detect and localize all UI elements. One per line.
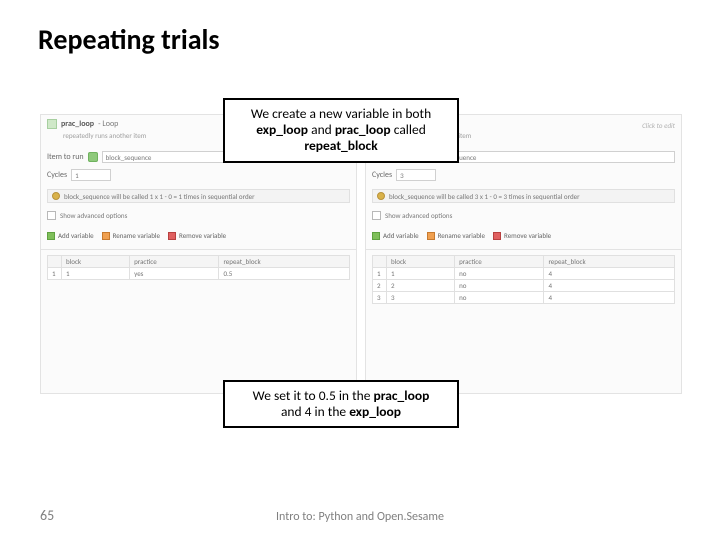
info-icon bbox=[377, 192, 385, 200]
itemrun-field[interactable]: block_sequence bbox=[427, 151, 675, 163]
info-text: block_sequence will be called 1 x 1 - 0 … bbox=[64, 192, 255, 201]
edit-hint[interactable]: Click to edit bbox=[642, 121, 675, 130]
checkbox-icon bbox=[47, 211, 56, 220]
cycles-field[interactable]: 3 bbox=[396, 169, 436, 181]
rename-variable-button[interactable]: Rename variable bbox=[427, 231, 485, 240]
info-bar: block_sequence will be called 1 x 1 - 0 … bbox=[47, 189, 350, 203]
table-row[interactable]: 1 1 yes 0.5 bbox=[48, 268, 350, 280]
remove-icon bbox=[168, 232, 176, 240]
plus-icon bbox=[372, 232, 380, 240]
cycles-label: Cycles bbox=[47, 170, 67, 180]
remove-variable-button[interactable]: Remove variable bbox=[168, 231, 226, 240]
adv-options[interactable]: Show advanced options bbox=[47, 211, 127, 220]
callout-bottom: We set it to 0.5 in the prac_loop and 4 … bbox=[223, 380, 459, 428]
edit-icon bbox=[102, 232, 110, 240]
table-row[interactable]: 33no4 bbox=[373, 292, 675, 304]
cycles-label: Cycles bbox=[372, 170, 392, 180]
loop-icon bbox=[47, 119, 57, 129]
loop-name: prac_loop bbox=[61, 119, 94, 129]
remove-icon bbox=[493, 232, 501, 240]
info-icon bbox=[52, 192, 60, 200]
callout-top: We create a new variable in both exp_loo… bbox=[223, 98, 459, 163]
loop-kind: - Loop bbox=[98, 119, 118, 129]
itemrun-label: Item to run bbox=[47, 152, 84, 162]
variable-table[interactable]: block practice repeat_block 1 1 yes 0.5 bbox=[47, 255, 350, 280]
add-variable-button[interactable]: Add variable bbox=[47, 231, 94, 240]
table-header: block practice repeat_block bbox=[373, 256, 675, 268]
variable-table[interactable]: block practice repeat_block 11no4 22no4 … bbox=[372, 255, 675, 304]
table-row[interactable]: 22no4 bbox=[373, 280, 675, 292]
info-bar: block_sequence will be called 3 x 1 - 0 … bbox=[372, 189, 675, 203]
table-row[interactable]: 11no4 bbox=[373, 268, 675, 280]
info-text: block_sequence will be called 3 x 1 - 0 … bbox=[389, 192, 580, 201]
plus-icon bbox=[47, 232, 55, 240]
add-variable-button[interactable]: Add variable bbox=[372, 231, 419, 240]
checkbox-icon bbox=[372, 211, 381, 220]
adv-options[interactable]: Show advanced options bbox=[372, 211, 452, 220]
cycles-field[interactable]: 1 bbox=[71, 169, 111, 181]
rename-variable-button[interactable]: Rename variable bbox=[102, 231, 160, 240]
loop-desc: repeatedly runs another item bbox=[63, 131, 146, 140]
adv-label: Show advanced options bbox=[385, 211, 452, 220]
footer-text: Intro to: Python and Open.Sesame bbox=[0, 510, 720, 524]
remove-variable-button[interactable]: Remove variable bbox=[493, 231, 551, 240]
slide-title: Repeating trials bbox=[38, 22, 220, 57]
edit-icon bbox=[427, 232, 435, 240]
table-header: block practice repeat_block bbox=[48, 256, 350, 268]
sequence-icon bbox=[88, 152, 98, 162]
adv-label: Show advanced options bbox=[60, 211, 127, 220]
